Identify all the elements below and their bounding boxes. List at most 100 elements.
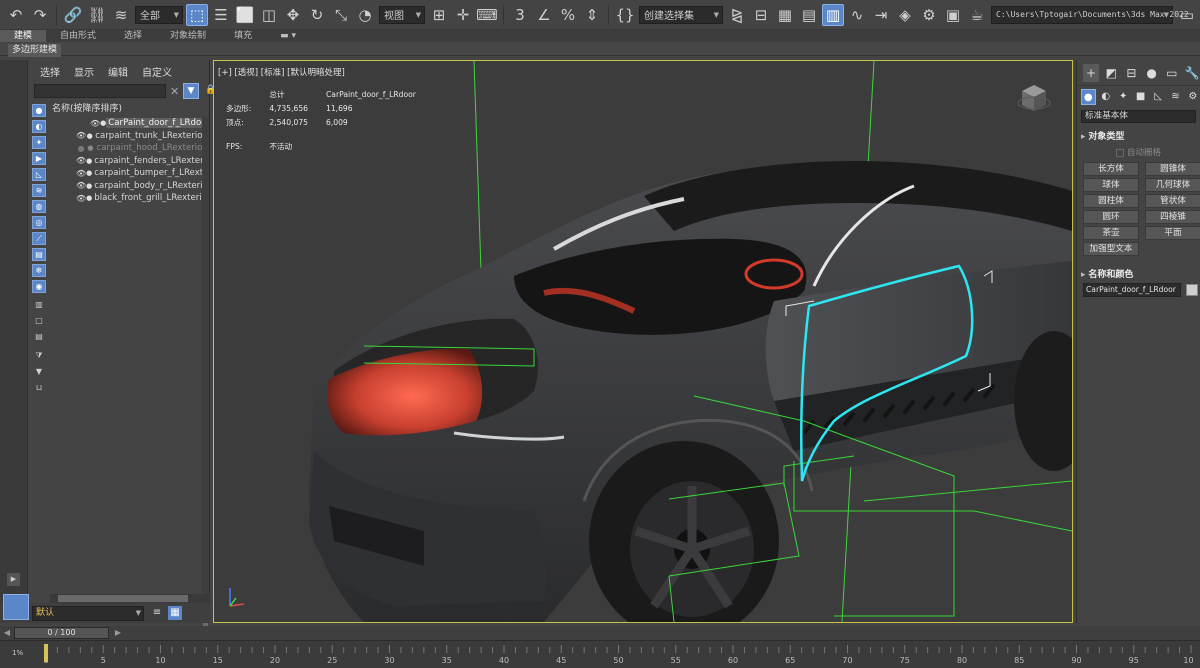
torus-button[interactable]: 圆环 [1083,210,1139,224]
pivot-center-icon[interactable]: ⊞ [428,4,450,26]
display-bones-icon[interactable]: ⟋ [32,232,46,245]
tube-button[interactable]: 管状体 [1145,194,1200,208]
toggle-scene-explorer-icon[interactable]: ▦ [774,4,796,26]
scale-icon[interactable]: ⤡ [330,4,352,26]
link-icon[interactable]: 🔗 [62,4,84,26]
tab-populate[interactable]: 填充 [220,30,266,42]
tab-selection[interactable]: 选择 [110,30,156,42]
explorer-search-input[interactable] [34,84,166,98]
undo-icon[interactable]: ↶ [5,4,27,26]
lights-icon[interactable]: ✦ [1116,89,1130,105]
display-xrefs-icon[interactable]: ◎ [32,216,46,229]
polygon-modeling-label[interactable]: 多边形建模 [8,44,62,57]
visibility-eye-icon[interactable]: 👁 [90,119,100,128]
display-shapes-icon[interactable]: ◐ [32,120,46,133]
autogrid-checkbox[interactable]: 自动栅格 [1077,146,1200,158]
display-spacewarps-icon[interactable]: ≋ [32,184,46,197]
helpers-icon[interactable]: ◺ [1151,89,1165,105]
box-button[interactable]: 长方体 [1083,162,1139,176]
display-invert-icon[interactable]: ▤ [32,331,46,344]
explorer-switch-button[interactable] [3,594,29,620]
list-item[interactable]: 👁 ● CarPaint_door_f_LRdoor [50,117,206,130]
display-none-icon[interactable]: □ [32,315,46,328]
percent-snap-icon[interactable]: % [557,4,579,26]
selection-filter-combo[interactable]: 全部 ▼ [135,5,183,24]
render-dot-icon[interactable]: ● [86,132,93,140]
toggle-ribbon-icon[interactable]: ▥ [822,3,844,26]
current-frame-marker[interactable] [44,644,48,662]
funnel-icon[interactable]: ⧩ [32,350,46,363]
pyramid-button[interactable]: 四棱锥 [1145,210,1200,224]
material-editor-icon[interactable]: ◈ [894,4,916,26]
edit-named-selection-icon[interactable]: {} [614,4,636,26]
render-dot-icon[interactable]: ● [86,144,94,152]
cylinder-button[interactable]: 圆柱体 [1083,194,1139,208]
visibility-eye-icon[interactable]: 👁 [76,181,86,190]
systems-icon[interactable]: ⚙ [1186,89,1200,105]
display-helpers-icon[interactable]: ◺ [32,168,46,181]
checkbox-box[interactable] [1115,148,1124,157]
display-lights-icon[interactable]: ✦ [32,136,46,149]
render-frame-icon[interactable]: ▣ [942,4,964,26]
viewport-label-menu[interactable]: [+] [透视] [标准] [默认明暗处理] [218,66,345,78]
teapot-button[interactable]: 茶壶 [1083,226,1139,240]
funnel-filter-icon[interactable]: ▼ [32,366,46,379]
display-groups-icon[interactable]: ◍ [32,200,46,213]
time-next-icon[interactable]: ▶ [112,627,124,639]
expand-arrow-icon[interactable]: ▶ [7,573,20,586]
sphere-button[interactable]: 球体 [1083,178,1139,192]
explorer-menu-edit[interactable]: 编辑 [108,64,128,79]
list-item[interactable]: 👁 ● carpaint_body_r_LRexterior [50,180,206,193]
geosphere-button[interactable]: 几何球体 [1145,178,1200,192]
time-prev-icon[interactable]: ◀ [1,627,13,639]
curve-editor-icon[interactable]: ∿ [846,4,868,26]
select-object-icon[interactable]: ⬚ [186,3,208,26]
clear-search-icon[interactable]: ✕ [170,85,179,98]
viewcube-icon[interactable] [1016,79,1052,115]
select-manipulate-icon[interactable]: ✛ [452,4,474,26]
snap-toggle-icon[interactable]: 3 [509,4,531,26]
mirror-icon[interactable]: ⧎ [726,4,748,26]
spacewarps-icon[interactable]: ≋ [1168,89,1182,105]
column-header-name[interactable]: 名称(按降序排序) [50,103,206,116]
layer-tool-icon[interactable]: ⊔ [32,382,46,395]
placement-icon[interactable]: ◔ [354,4,376,26]
project-path-combo[interactable]: C:\Users\Tptogair\Documents\3ds Max 2022… [991,5,1189,24]
reference-coord-combo[interactable]: 视图 ▼ [379,5,425,24]
primitive-type-combo[interactable]: 标准基本体 [1081,110,1196,123]
render-icon[interactable]: ☕ [966,4,988,26]
rotate-icon[interactable]: ↻ [306,4,328,26]
spinner-snap-icon[interactable]: ⇕ [581,4,603,26]
explorer-horizontal-scrollbar[interactable] [50,594,210,603]
scrollbar-thumb[interactable] [58,595,188,602]
display-all-icon[interactable]: ▥ [32,299,46,312]
tab-object-paint[interactable]: 对象绘制 [156,30,220,42]
filter-icon[interactable]: ▼ [183,83,199,99]
select-by-name-icon[interactable]: ☰ [210,4,232,26]
visibility-eye-icon[interactable]: 👁 [76,194,86,203]
visibility-eye-icon[interactable]: 👁 [76,156,86,165]
timeline-ruler[interactable]: 0510152025303540455055606570758085909510… [44,643,1194,665]
display-tab-icon[interactable]: ▭ [1164,64,1180,82]
utilities-tab-icon[interactable]: 🔧 [1184,64,1200,82]
render-setup-icon[interactable]: ⚙ [918,4,940,26]
object-color-swatch[interactable] [1186,284,1198,296]
list-item[interactable]: 👁 ● carpaint_bumper_f_LRexterior [50,167,206,180]
explorer-menu-display[interactable]: 显示 [74,64,94,79]
ribbon-options-icon[interactable]: ▬ ▾ [266,30,310,42]
create-tab-icon[interactable]: + [1083,63,1100,82]
display-geometry-icon[interactable]: ● [32,104,46,117]
display-containers-icon[interactable]: ▤ [32,248,46,261]
explorer-menu-select[interactable]: 选择 [40,64,60,79]
shapes-icon[interactable]: ◐ [1099,89,1113,105]
explorer-vertical-scrollbar[interactable] [202,117,209,632]
track-bar[interactable]: 1% 0510152025303540455055606570758085909… [0,640,1200,668]
rollout-name-color[interactable]: 名称和颜色 [1077,267,1133,280]
keyboard-shortcut-icon[interactable]: ⌨ [476,4,498,26]
window-crossing-icon[interactable]: ◫ [258,4,280,26]
visibility-eye-icon[interactable]: 👁 [76,169,86,178]
list-item[interactable]: 👁 ● black_front_grill_LRexterior [50,192,206,205]
object-name-field[interactable]: CarPaint_door_f_LRdoor [1083,283,1181,297]
display-hidden-icon[interactable]: ◉ [32,280,46,293]
rect-selection-icon[interactable]: ⬜ [234,4,256,26]
